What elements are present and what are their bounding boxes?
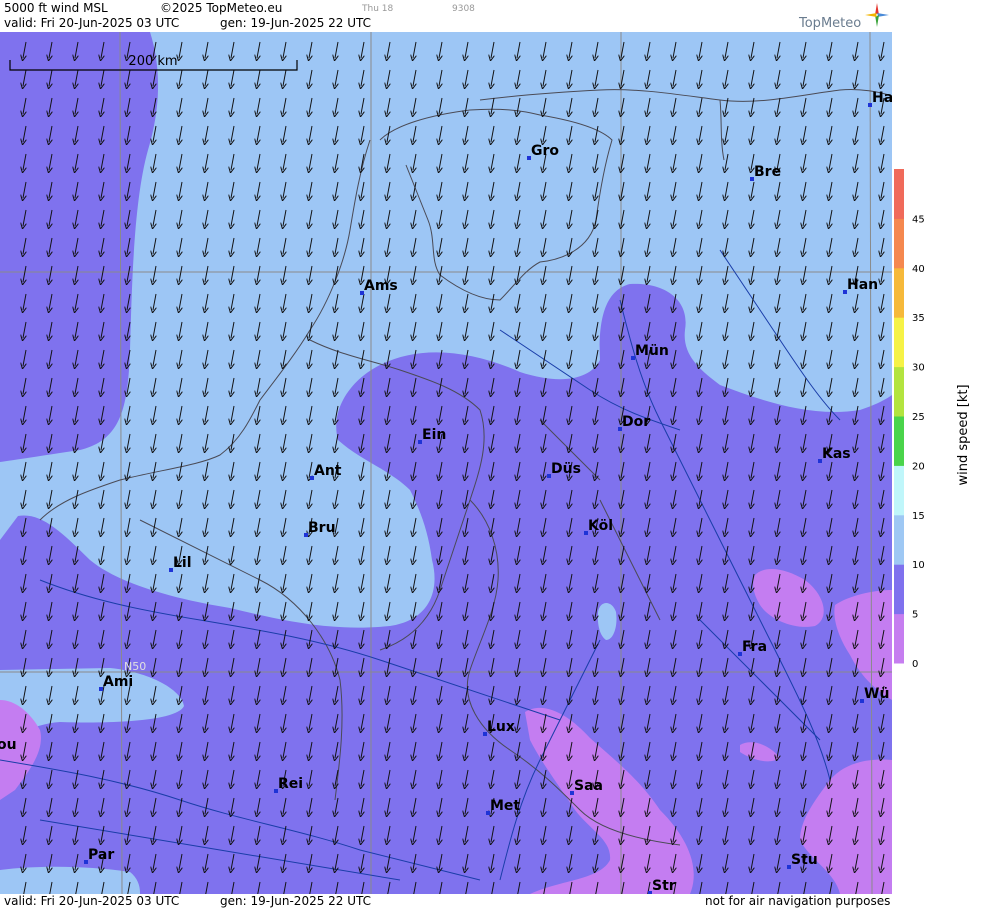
legend-tick-label: 15	[912, 511, 925, 522]
city-label-lil: Lil	[173, 555, 192, 571]
legend-color-band	[894, 267, 904, 318]
scale-bar-label: 200 km	[128, 54, 177, 69]
city-label-ami: Ami	[103, 674, 133, 690]
city-label-gro: Gro	[531, 143, 559, 159]
legend-tick-label: 30	[912, 363, 925, 374]
city-label-ha: Ha	[872, 90, 892, 106]
faint-day-text: Thu 18	[362, 4, 394, 14]
city-label-ou: ou	[0, 737, 17, 753]
legend-tick-label: 10	[912, 560, 925, 571]
city-label-str: Str	[652, 878, 676, 894]
city-label-saa: Saa	[574, 778, 603, 794]
product-title: 5000 ft wind MSL	[4, 1, 108, 15]
city-label-ein: Ein	[422, 427, 446, 443]
city-label-köl: Köl	[588, 518, 613, 534]
legend-title: wind speed [kt]	[956, 384, 971, 485]
city-label-lux: Lux	[487, 719, 515, 735]
wind-field-light-blue-par	[0, 866, 140, 894]
legend-color-band	[894, 416, 904, 466]
city-label-ams: Ams	[364, 278, 398, 294]
footer-generation-time: gen: 19-Jun-2025 22 UTC	[220, 894, 372, 908]
city-label-rei: Rei	[278, 776, 303, 792]
city-label-han: Han	[847, 277, 878, 293]
wind-speed-legend: 0 5 10 15 20 25 30 35 40 45 wind speed [kt]	[892, 0, 983, 909]
valid-time: valid: Fri 20-Jun-2025 03 UTC	[4, 16, 180, 30]
legend-color-band	[894, 564, 904, 615]
city-label-par: Par	[88, 847, 114, 863]
disclaimer-text: not for air navigation purposes	[705, 894, 891, 908]
legend-color-band	[894, 317, 904, 368]
legend-color-band	[894, 366, 904, 417]
legend-tick-label: 20	[912, 461, 925, 472]
legend-color-band	[894, 465, 904, 516]
copyright-text: ©2025 TopMeteo.eu	[160, 1, 283, 15]
latitude-label: N50	[124, 660, 146, 673]
footer-valid-time: valid: Fri 20-Jun-2025 03 UTC	[4, 894, 180, 908]
city-label-kas: Kas	[822, 446, 851, 462]
city-label-stu: Stu	[791, 852, 818, 868]
wind-map[interactable]: 200 km N50 Ha Gro Bre Ams Han Mün Dor Ein Kas Ant…	[0, 32, 892, 894]
legend-tick-label: 35	[912, 313, 925, 324]
legend-tick-label: 25	[912, 412, 925, 423]
legend-tick-label: 45	[912, 214, 925, 225]
legend-color-band	[894, 218, 904, 269]
legend-color-band	[894, 514, 904, 565]
legend-tick-label: 40	[912, 264, 925, 275]
legend-color-band	[894, 613, 904, 664]
city-label-ant: Ant	[314, 463, 342, 479]
legend-tick-label: 5	[912, 610, 918, 621]
city-label-mün: Mün	[635, 343, 669, 359]
legend-color-band	[894, 169, 904, 219]
city-label-fra: Fra	[742, 639, 767, 655]
generation-time: gen: 19-Jun-2025 22 UTC	[220, 16, 372, 30]
city-label-bre: Bre	[754, 164, 781, 180]
faint-code-text: 9308	[452, 4, 475, 14]
map-header: 5000 ft wind MSL ©2025 TopMeteo.eu Thu 1…	[0, 0, 892, 32]
city-label-düs: Düs	[551, 461, 581, 477]
city-label-dor: Dor	[622, 414, 650, 430]
compass-logo-icon	[865, 3, 889, 27]
city-label-bru: Bru	[308, 520, 336, 536]
map-footer: valid: Fri 20-Jun-2025 03 UTC gen: 19-Ju…	[0, 894, 892, 909]
legend-tick-label: 0	[912, 659, 918, 670]
city-label-wü: Wü	[864, 686, 889, 702]
brand-logo-text: TopMeteo	[799, 16, 862, 31]
city-label-met: Met	[490, 798, 520, 814]
